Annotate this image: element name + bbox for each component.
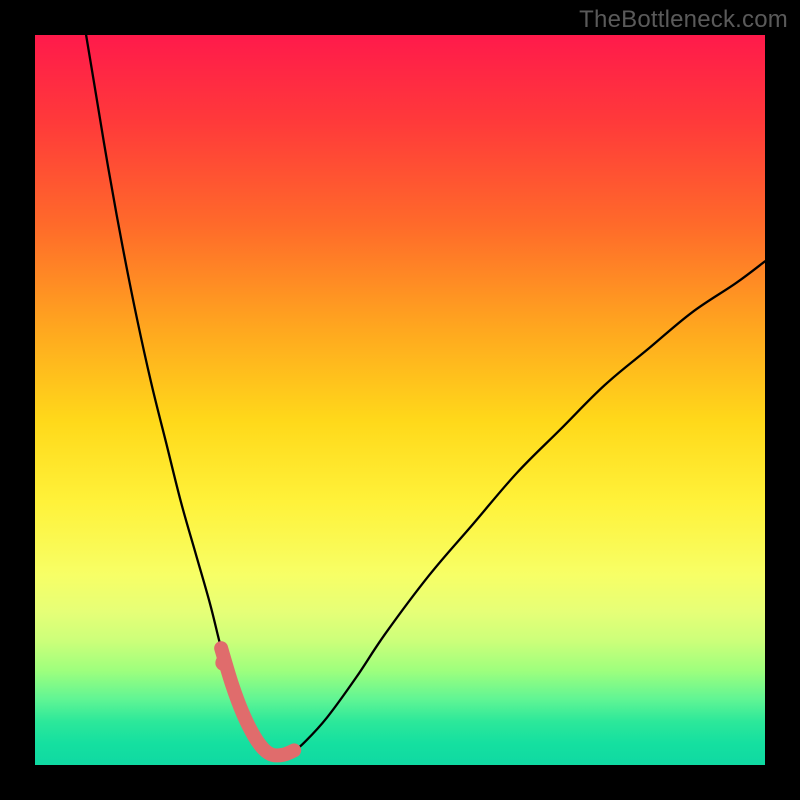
watermark-text: TheBottleneck.com: [579, 6, 788, 34]
highlight-segment: [221, 648, 294, 755]
curve-layer: [35, 35, 765, 765]
plot-area: [35, 35, 765, 765]
bottleneck-curve: [86, 35, 765, 755]
highlight-dot: [215, 655, 231, 671]
chart-frame: TheBottleneck.com: [0, 0, 800, 800]
